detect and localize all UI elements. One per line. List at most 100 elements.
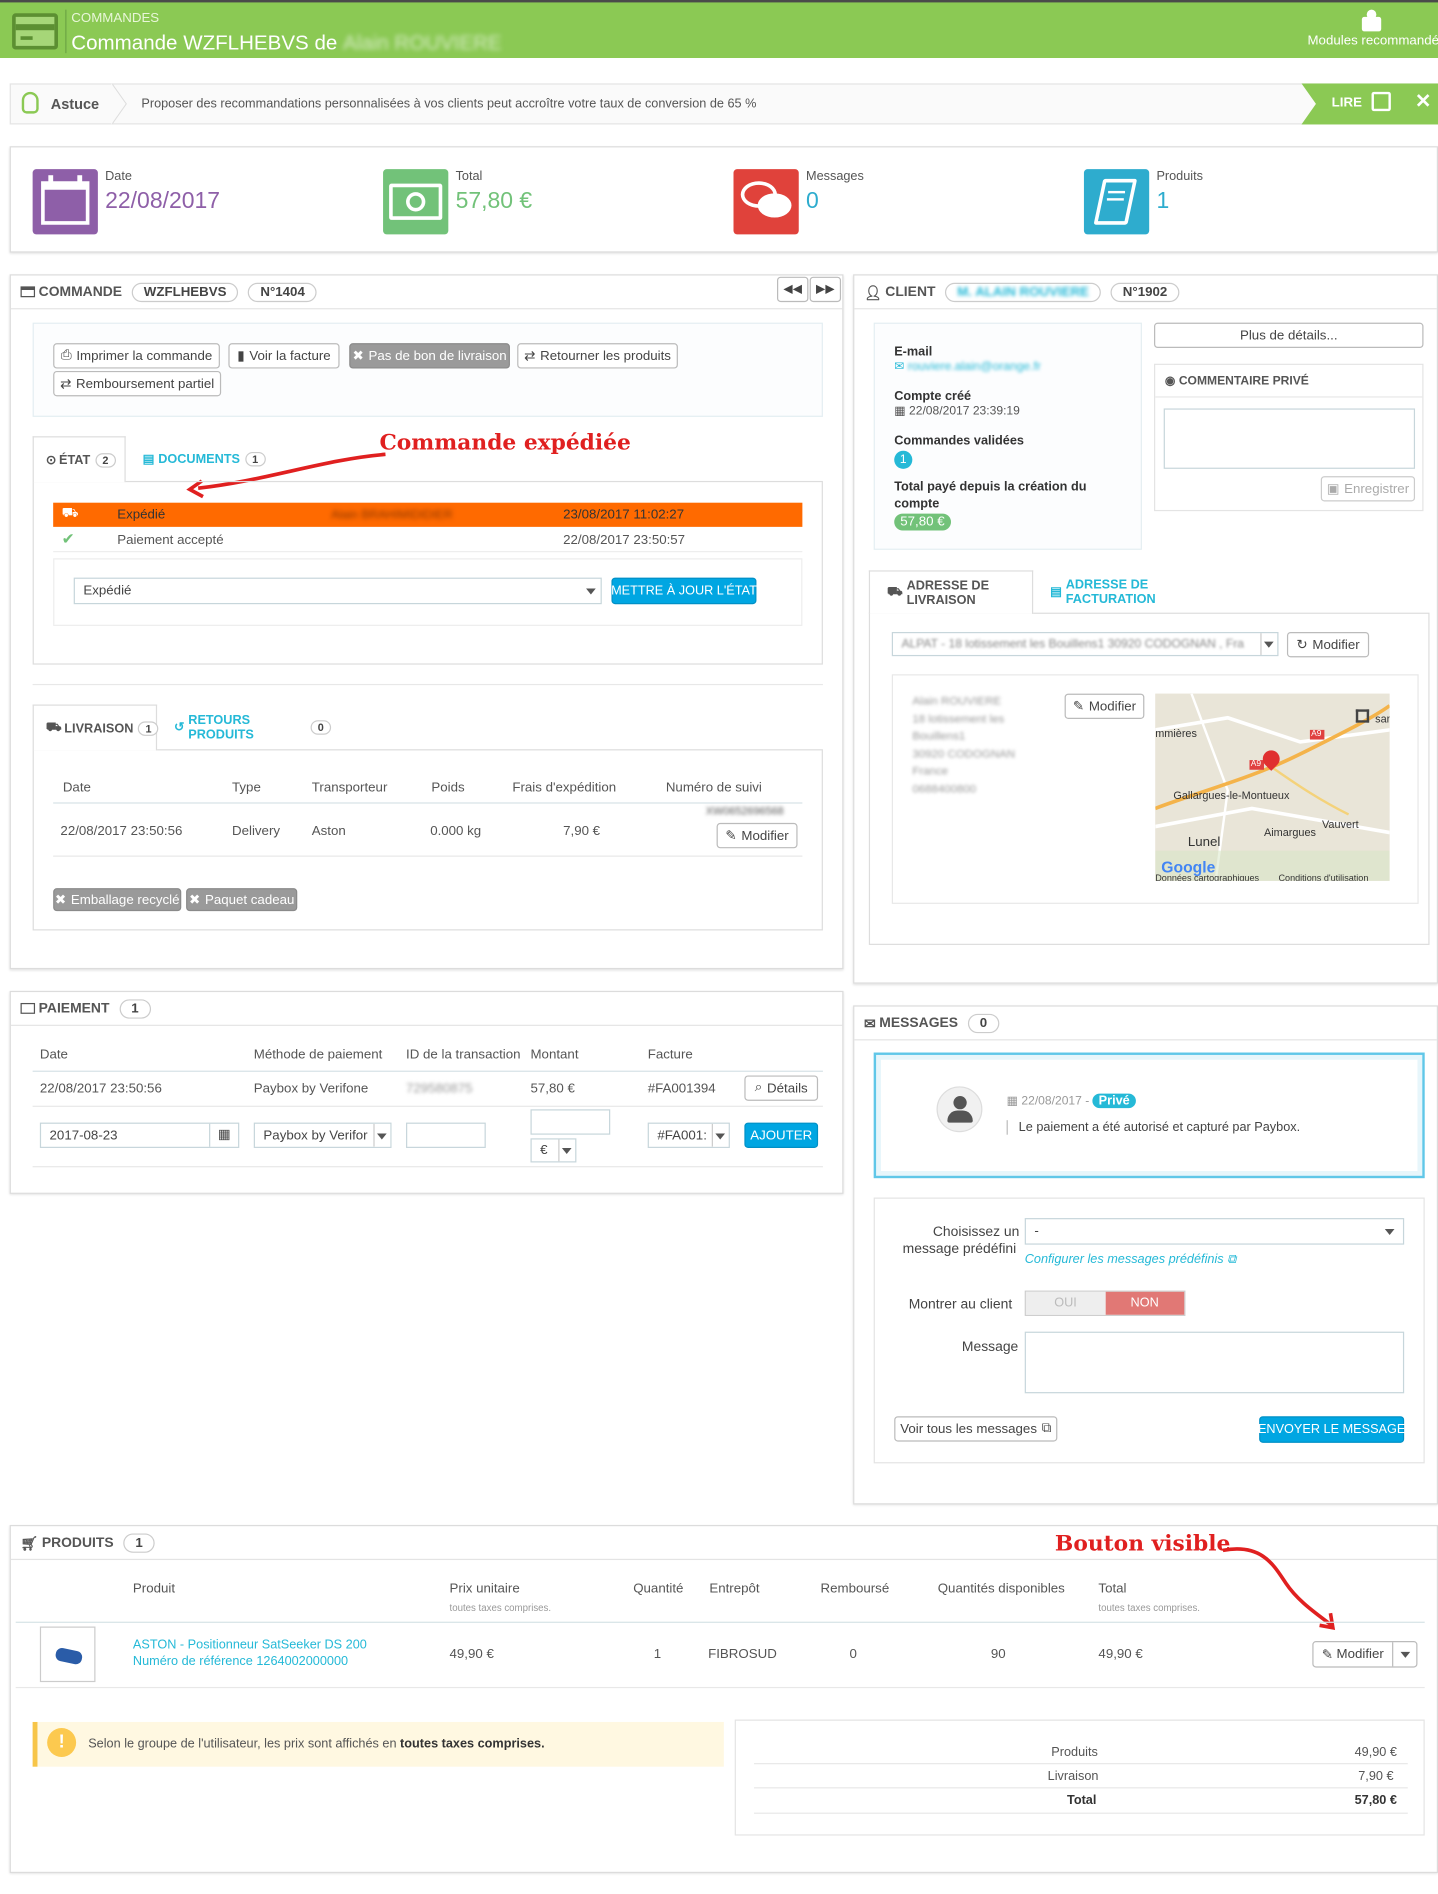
gift-wrapping-button[interactable]: ✖ Paquet cadeau xyxy=(186,888,298,912)
address-edit-button[interactable]: ✎ Modifier xyxy=(1064,693,1145,719)
tab-returns[interactable]: ↺ RETOURS PRODUITS 0 xyxy=(161,704,332,751)
history-row-paid: ✔ Paiement accepté 22/08/2017 23:50:57 xyxy=(53,527,803,553)
send-message-button[interactable]: ENVOYER LE MESSAGE xyxy=(1258,1416,1405,1443)
tab-delivery-address[interactable]: ⛟ ADRESSE DE LIVRAISON xyxy=(868,570,1034,614)
pencil-icon: ✎ xyxy=(1321,1647,1333,1663)
annotation-button-visible: Bouton visible xyxy=(1054,1531,1231,1557)
file-text-icon: ▤ xyxy=(142,451,155,467)
external-link-icon xyxy=(1371,91,1391,112)
product-modify-group[interactable]: ✎ Modifier xyxy=(1312,1641,1418,1668)
messages-panel-header: ✉ MESSAGES 0 xyxy=(854,1007,1437,1041)
update-state-button[interactable]: METTRE À JOUR L'ÉTAT xyxy=(611,577,757,605)
transaction-id-input[interactable] xyxy=(406,1122,486,1148)
check-icon: ✔ xyxy=(61,529,75,548)
kpi-messages-label: Messages xyxy=(806,169,864,184)
save-note-button[interactable]: ▣ Enregistrer xyxy=(1320,476,1416,502)
configure-predefined-link[interactable]: Configurer les messages prédéfinis ⧉ xyxy=(1025,1252,1236,1268)
state-select[interactable]: Expédié xyxy=(73,577,602,605)
save-icon: ▣ xyxy=(1326,482,1340,497)
calendar-icon: ▦ xyxy=(894,404,906,419)
address-lines: Alain ROUVIERE 18 lotissement les Bouillen… xyxy=(912,694,1016,796)
more-details-button[interactable]: Plus de détails... xyxy=(1154,322,1424,349)
show-client-toggle[interactable]: OUI NON xyxy=(1024,1290,1186,1316)
read-button[interactable]: LIRE ✕ xyxy=(1301,83,1438,125)
currency-select[interactable]: € xyxy=(530,1138,577,1163)
kpi-products-label: Produits xyxy=(1156,169,1203,184)
total-paid-badge: 57,80 € xyxy=(894,513,951,531)
view-invoice-button[interactable]: ▮ Voir la facture xyxy=(228,343,340,369)
modules-button[interactable]: Modules recommandés xyxy=(1305,7,1438,55)
message-textarea[interactable] xyxy=(1024,1331,1405,1394)
external-link-icon: ⧉ xyxy=(1227,1251,1237,1267)
orders-icon xyxy=(12,13,59,50)
client-email[interactable]: ✉ rouviere.alain@orange.fr xyxy=(894,360,1041,373)
tab-state[interactable]: ⊙ ÉTAT 2 xyxy=(32,436,126,483)
view-all-messages-button[interactable]: Voir tous les messages ⧉ xyxy=(894,1416,1058,1442)
puzzle-icon xyxy=(1359,9,1383,32)
client-panel-header: 👤︎ CLIENT M. ALAIN ROUVIERE N°1902 xyxy=(854,276,1437,310)
tip-text: Proposer des recommandations personnalis… xyxy=(141,96,757,112)
avatar xyxy=(936,1086,983,1133)
exchange-icon: ⇄ xyxy=(524,349,536,364)
payment-date-input[interactable]: 2017-08-23 ▦ xyxy=(39,1122,240,1148)
money-icon xyxy=(383,169,449,235)
predefined-message-select[interactable]: - xyxy=(1024,1218,1405,1245)
times-icon: ✖ xyxy=(188,893,201,908)
recycled-packaging-button[interactable]: ✖ Emballage recyclé xyxy=(53,888,182,912)
product-modify-button[interactable]: ✎ Modifier xyxy=(1314,1642,1394,1667)
tab-invoice-address[interactable]: ▤ ADRESSE DE FACTURATION xyxy=(1038,570,1220,614)
tab-shipping[interactable]: ⛟ LIVRAISON 1 xyxy=(32,704,159,751)
product-actions-dropdown[interactable] xyxy=(1394,1642,1417,1666)
customer-name-blurred: Alain ROUVIERE xyxy=(343,31,502,55)
no-delivery-slip-button[interactable]: ✖ Pas de bon de livraison xyxy=(349,343,510,369)
partial-refund-button[interactable]: ⇄ Remboursement partiel xyxy=(53,370,222,397)
page-title: Commande WZFLHEBVS de Alain ROUVIERE xyxy=(71,31,502,55)
close-icon[interactable]: ✕ xyxy=(1415,89,1431,113)
prev-order-button[interactable]: ◀◀ xyxy=(777,276,809,303)
map[interactable]: mmières Gallargues-le-Montueux Aimargues… xyxy=(1155,693,1390,881)
next-order-button[interactable]: ▶▶ xyxy=(809,276,842,303)
valid-orders-badge: 1 xyxy=(894,450,913,469)
times-icon: ✖ xyxy=(352,349,364,364)
payment-amount: 57,80 € xyxy=(530,1081,575,1097)
shipping-weight: 0.000 kg xyxy=(430,824,482,839)
print-icon: ⎙ xyxy=(60,348,72,363)
product-image[interactable] xyxy=(39,1626,96,1683)
exchange-icon: ⇄ xyxy=(60,377,72,392)
external-link-icon: ⧉ xyxy=(1041,1421,1052,1436)
order-actions: ⎙ Imprimer la commande ▮ Voir la facture ✖… xyxy=(32,322,823,417)
clock-icon: ⊙ xyxy=(45,452,57,468)
payment-method-select[interactable]: Paybox by Verifor xyxy=(253,1122,392,1148)
state-content: ⛟ Expédié Alain BRAHIMIDIDIER 23/08/2017… xyxy=(32,480,823,665)
amount-input[interactable] xyxy=(530,1109,611,1135)
tax-notice: ! Selon le groupe de l'utilisateur, les … xyxy=(32,1721,724,1767)
order-reference: WZFLHEBVS xyxy=(131,282,239,302)
undo-icon: ↺ xyxy=(174,720,185,735)
breadcrumb[interactable]: COMMANDES xyxy=(71,11,159,26)
shipping-content: Date Type Transporteur Poids Frais d'exp… xyxy=(32,749,823,931)
client-name-badge[interactable]: M. ALAIN ROUVIERE xyxy=(945,282,1102,302)
add-payment-button[interactable]: AJOUTER xyxy=(744,1122,819,1148)
fullscreen-icon[interactable] xyxy=(1355,709,1370,723)
product-reference[interactable]: Numéro de référence 1264002000000 xyxy=(133,1654,348,1669)
payment-details-button[interactable]: ⌕ Détails xyxy=(744,1075,819,1101)
message-thread: ▦ 22/08/2017 - Privé Le paiement a été a… xyxy=(873,1052,1425,1179)
private-note-textarea[interactable] xyxy=(1163,408,1416,469)
order-panel: COMMANDE WZFLHEBVS N°1404 ◀◀ ▶▶ ⎙ Imprime… xyxy=(9,274,844,970)
invoice-select[interactable]: #FA001: xyxy=(647,1122,730,1148)
shipping-modify-button[interactable]: ✎ Modifier xyxy=(716,822,798,849)
client-info: E-mail ✉ rouviere.alain@orange.fr Compte… xyxy=(873,322,1142,550)
product-name-link[interactable]: ASTON - Positionneur SatSeeker DS 200 xyxy=(133,1637,367,1652)
messages-icon xyxy=(733,169,799,235)
address-modify-button[interactable]: ↻ Modifier xyxy=(1286,631,1370,658)
calendar-icon xyxy=(32,169,98,235)
return-products-button[interactable]: ⇄ Retourner les produits xyxy=(517,343,678,369)
file-text-icon: ▤ xyxy=(1050,584,1063,600)
client-panel: 👤︎ CLIENT M. ALAIN ROUVIERE N°1902 E-mai… xyxy=(853,274,1438,984)
order-number: N°1404 xyxy=(248,282,317,302)
private-badge: Privé xyxy=(1092,1093,1136,1109)
print-order-button[interactable]: ⎙ Imprimer la commande xyxy=(53,343,220,369)
address-select[interactable]: ALPAT - 18 lotissement les Bouillens1 30… xyxy=(891,631,1279,657)
credit-card-icon xyxy=(20,286,36,298)
truck-icon: ⛟ xyxy=(45,719,62,735)
